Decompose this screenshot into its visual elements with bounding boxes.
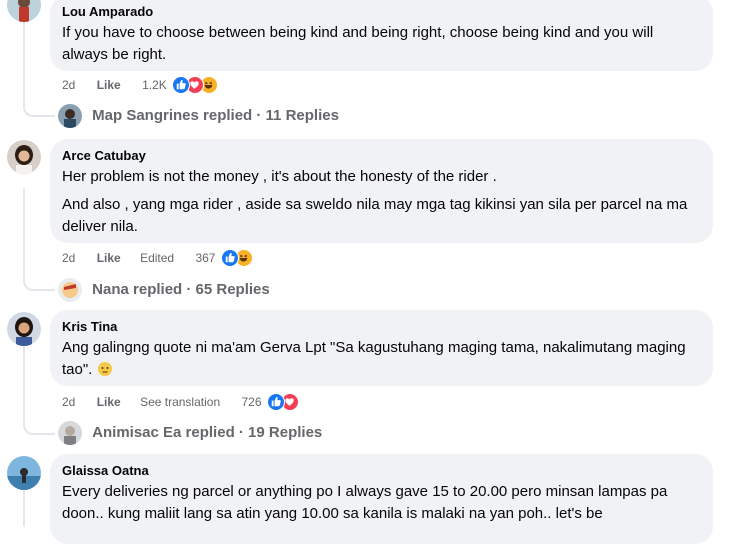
see-translation-link[interactable]: See translation	[140, 392, 220, 412]
view-replies-link[interactable]: Map Sangrines replied · 11 Replies	[58, 104, 339, 129]
like-icon	[172, 75, 191, 94]
avatar[interactable]	[7, 312, 41, 346]
comment-bubble: Arce Catubay Her problem is not the mone…	[50, 139, 713, 243]
comment-author[interactable]: Arce Catubay	[62, 147, 701, 164]
reaction-count[interactable]: 726	[241, 392, 261, 412]
comment-time[interactable]: 2d	[62, 392, 75, 412]
replier-avatar	[58, 104, 82, 129]
reaction-icons[interactable]	[266, 392, 301, 411]
thinking-emoji-icon	[97, 361, 113, 377]
comment-bubble: Kris Tina Ang galingng quote ni ma'am Ge…	[50, 310, 713, 386]
view-replies-link[interactable]: Animisac Ea replied · 19 Replies	[58, 421, 322, 446]
replies-label[interactable]: Map Sangrines replied · 11 Replies	[92, 104, 339, 128]
reaction-count[interactable]: 1.2K	[142, 75, 167, 95]
edited-label[interactable]: Edited	[140, 248, 174, 268]
comment-author[interactable]: Kris Tina	[62, 318, 701, 335]
thread-connector	[23, 488, 25, 527]
like-icon	[266, 392, 285, 411]
replies-label[interactable]: Animisac Ea replied · 19 Replies	[92, 421, 322, 445]
comment-actions: 2d Like Edited 367	[62, 247, 255, 267]
replier-avatar	[58, 278, 82, 303]
comment-text: If you have to choose between being kind…	[62, 24, 654, 63]
replier-avatar	[58, 421, 82, 446]
comment-author[interactable]: Lou Amparado	[62, 3, 701, 20]
avatar[interactable]	[7, 140, 41, 174]
like-button[interactable]: Like	[97, 248, 121, 268]
comment-actions: 2d Like See translation 726	[62, 391, 301, 411]
like-button[interactable]: Like	[97, 75, 121, 95]
comment-actions: 2d Like 1.2K	[62, 74, 222, 94]
like-button[interactable]: Like	[97, 392, 121, 412]
avatar[interactable]	[7, 456, 41, 490]
reaction-icons[interactable]	[172, 75, 222, 94]
replies-label[interactable]: Nana replied · 65 Replies	[92, 278, 270, 302]
comment-author[interactable]: Glaissa Oatna	[62, 462, 701, 479]
comment-text-content: Ang galingng quote ni ma'am Gerva Lpt "S…	[62, 339, 686, 378]
comment-bubble: Glaissa Oatna Every deliveries ng parcel…	[50, 454, 713, 544]
comment-thread: Lou Amparado If you have to choose betwe…	[0, 0, 750, 544]
view-replies-link[interactable]: Nana replied · 65 Replies	[58, 278, 270, 303]
comment-time[interactable]: 2d	[62, 75, 75, 95]
comment-text: Her problem is not the money , it's abou…	[62, 168, 497, 185]
reaction-count[interactable]: 367	[195, 248, 215, 268]
comment-text: Ang galingng quote ni ma'am Gerva Lpt "S…	[62, 337, 701, 381]
reaction-icons[interactable]	[220, 248, 255, 267]
comment-text: And also , yang mga rider , aside sa swe…	[62, 196, 688, 235]
comment-text: Every deliveries ng parcel or anything p…	[62, 483, 668, 522]
comment-time[interactable]: 2d	[62, 248, 75, 268]
comment-bubble: Lou Amparado If you have to choose betwe…	[50, 0, 713, 71]
like-icon	[220, 248, 239, 267]
